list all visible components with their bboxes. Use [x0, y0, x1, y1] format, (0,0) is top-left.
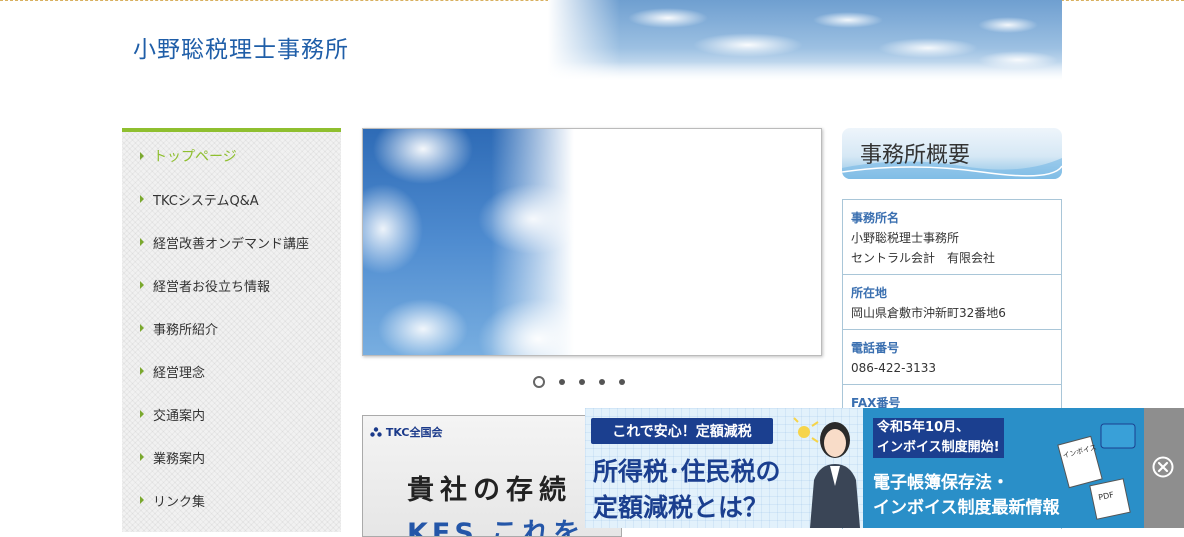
ad-note-line-2: インボイス制度開始! — [877, 440, 1000, 455]
sidebar-item-tkc-qa[interactable]: TKCシステムQ&A — [122, 184, 341, 214]
slider-dot-4[interactable] — [599, 379, 605, 385]
info-address: 所在地 岡山県倉敷市沖新町32番地6 — [843, 275, 1061, 330]
sidebar-item-label: 経営理念 — [153, 365, 206, 381]
slider-dot-1[interactable] — [533, 376, 545, 388]
info-value: 岡山県倉敷市沖新町32番地6 — [851, 306, 1006, 320]
arrow-right-icon — [140, 367, 144, 375]
sidebar-item-label: 業務案内 — [153, 451, 206, 467]
documents-icon: インボイス PDF — [1057, 423, 1136, 520]
arrow-right-icon — [140, 453, 144, 461]
header-sky-image — [548, 0, 1062, 80]
arrow-right-icon — [140, 238, 144, 246]
arrow-right-icon — [140, 152, 144, 160]
banner-subline: KFS これを — [407, 518, 585, 537]
info-value: セントラル会計 有限会社 — [851, 251, 996, 265]
sidebar-item-services[interactable]: 業務案内 — [122, 442, 341, 472]
ad-badge: これで安心！定額減税 — [591, 418, 773, 444]
sidebar-item-access[interactable]: 交通案内 — [122, 399, 341, 429]
hero-slider-image[interactable] — [362, 128, 822, 356]
sidebar-nav: トップページ TKCシステムQ&A 経営改善オンデマンド講座 経営者お役立ち情報… — [122, 128, 341, 532]
tkc-banner[interactable]: TKC全国会 貴社の存続 KFS これを — [362, 415, 622, 537]
slider-dot-2[interactable] — [559, 379, 565, 385]
sidebar-item-label: トップページ — [153, 149, 237, 165]
arrow-right-icon — [140, 496, 144, 504]
sidebar-item-label: 交通案内 — [153, 408, 206, 424]
floating-ad-banner[interactable]: これで安心！定額減税 所得税･住民税の 定額減税とは？ 令和5年10月、 インボ… — [585, 408, 1184, 528]
sidebar-item-ondemand[interactable]: 経営改善オンデマンド講座 — [122, 227, 341, 257]
info-title: 所在地 — [851, 286, 888, 300]
sidebar-item-philosophy[interactable]: 経営理念 — [122, 356, 341, 386]
sidebar-item-links[interactable]: リンク集 — [122, 485, 341, 515]
info-value: 小野聡税理士事務所 — [851, 231, 960, 245]
sidebar-item-label: TKCシステムQ&A — [153, 193, 259, 209]
info-phone: 電話番号 086-422-3133 — [843, 330, 1061, 385]
tkc-logo-text: TKC全国会 — [385, 426, 443, 439]
businesswoman-illustration — [793, 417, 860, 528]
ad-right-line-1: 電子帳簿保存法・ — [873, 473, 1009, 493]
info-value: 086-422-3133 — [851, 361, 937, 375]
ad-headline-1: 所得税･住民税の — [593, 457, 781, 486]
banner-headline: 貴社の存続 — [407, 475, 572, 506]
tkc-logo: TKC全国会 — [370, 424, 442, 440]
tkc-logo-icon — [370, 427, 382, 437]
overview-heading: 事務所概要 — [860, 143, 971, 168]
arrow-right-icon — [140, 410, 144, 418]
sidebar-item-label: 事務所紹介 — [153, 322, 219, 338]
slider-dot-5[interactable] — [619, 379, 625, 385]
sidebar-item-label: 経営者お役立ち情報 — [153, 279, 271, 295]
sidebar-item-label: 経営改善オンデマンド講座 — [153, 236, 310, 252]
ad-headline-2: 定額減税とは？ — [593, 493, 769, 522]
overview-heading-box: 事務所概要 — [842, 128, 1062, 179]
arrow-right-icon — [140, 281, 144, 289]
info-title: 事務所名 — [851, 211, 900, 225]
arrow-right-icon — [140, 324, 144, 332]
sidebar-item-useful-info[interactable]: 経営者お役立ち情報 — [122, 270, 341, 300]
info-office-name: 事務所名 小野聡税理士事務所 セントラル会計 有限会社 — [843, 200, 1061, 275]
slider-pagination — [533, 376, 625, 388]
sidebar-item-top-page[interactable]: トップページ — [122, 141, 341, 171]
site-title[interactable]: 小野聡税理士事務所 — [133, 30, 349, 64]
arrow-right-icon — [140, 195, 144, 203]
info-title: 電話番号 — [851, 341, 900, 355]
ad-right-line-2: インボイス制度最新情報 — [873, 498, 1060, 518]
close-circle-icon[interactable] — [1152, 456, 1174, 478]
ad-close-area — [1144, 408, 1184, 528]
ad-note: 令和5年10月、 インボイス制度開始! — [873, 418, 1004, 458]
slider-dot-3[interactable] — [579, 379, 585, 385]
sidebar-item-office-intro[interactable]: 事務所紹介 — [122, 313, 341, 343]
ad-invoice-panel: 令和5年10月、 インボイス制度開始! 電子帳簿保存法・ インボイス制度最新情報… — [863, 408, 1145, 528]
sidebar-item-label: リンク集 — [153, 494, 206, 510]
ad-note-line-1: 令和5年10月、 — [877, 420, 970, 435]
